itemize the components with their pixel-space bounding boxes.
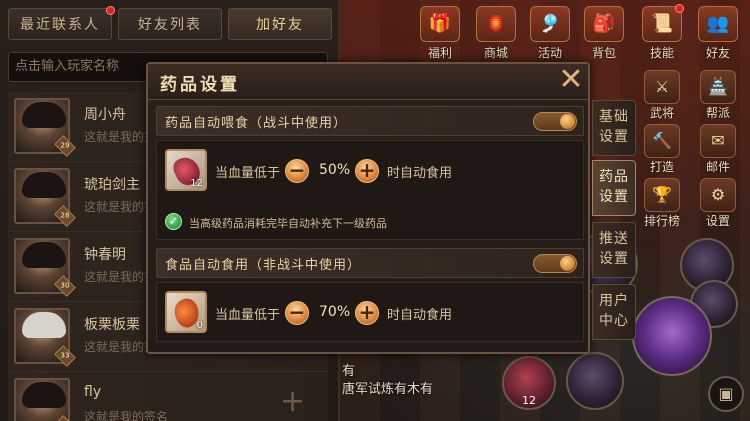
battle-potion-section-header: 药品自动喂食（战斗中使用） [156,106,584,136]
bag-label: 背包 [591,46,616,60]
friend-name: 板栗板栗 [84,317,140,333]
toggle-knob [560,114,575,129]
guild-button[interactable]: 🏯 帮派 [694,70,742,121]
friend-name: fly [84,384,102,400]
guild-icon: 🏯 [700,70,736,104]
hp-threshold-label: 当血量低于 [215,308,281,323]
tab-push-settings[interactable]: 推送设置 [592,222,636,278]
tab-friend-list[interactable]: 好友列表 [118,8,222,40]
tab-add-friend[interactable]: 加好友 [228,8,332,40]
skill-button[interactable]: 📜 技能 [638,4,686,62]
checkmark-icon[interactable]: ✓ [165,213,182,230]
friend-signature: 这就是我的签名 [84,410,169,421]
settings-label: 设置 [705,214,730,228]
hp-threshold-value: 50% [319,162,351,178]
notification-dot [106,6,115,15]
hp-threshold-value: 70% [319,304,351,320]
event-icon: 🎐 [530,6,570,42]
general-button[interactable]: ⚔ 武将 [638,70,686,121]
system-menu-icon[interactable]: ▣ [708,376,744,412]
tab-basic-settings-label: 基础设置 [599,109,629,145]
event-button[interactable]: 🎐 活动 [526,6,574,62]
toggle-knob [560,256,575,271]
tab-user-center-label: 用户中心 [599,293,629,329]
general-icon: ⚔ [644,70,680,104]
tab-add-friend-label: 加好友 [256,17,304,33]
increase-button[interactable]: + [355,301,379,325]
food-count: 0 [196,320,203,331]
friend-name: 钟春明 [84,247,126,263]
tab-basic-settings[interactable]: 基础设置 [592,100,636,156]
shop-label: 商城 [483,46,508,60]
forge-button[interactable]: 🔨 打造 [638,124,686,175]
food-toggle[interactable] [533,254,577,273]
friends-icon: 👥 [698,6,738,42]
potion-count: 12 [190,178,203,189]
general-label: 武将 [649,106,674,120]
medicine-settings-dialog: 药品设置 ✕ 药品自动喂食（战斗中使用） 12 当血量低于 − 50% + 时自… [146,62,590,354]
bag-icon: 🎒 [584,6,624,42]
guild-label: 帮派 [705,106,730,120]
auto-eat-suffix: 时自动食用 [387,308,453,323]
decrease-button[interactable]: − [285,301,309,325]
battle-potion-section: 12 当血量低于 − 50% + 时自动食用 ✓ 当高级药品消耗完毕自动补充下一… [156,140,584,240]
mail-icon: ✉ [700,124,736,158]
auto-eat-suffix: 时自动食用 [387,166,453,181]
battle-potion-title: 药品自动喂食（战斗中使用） [165,116,348,131]
chat-line: 有 [342,364,356,379]
welfare-button[interactable]: 🎁 福利 [416,6,464,62]
tab-push-settings-label: 推送设置 [599,231,629,267]
increase-button[interactable]: + [355,159,379,183]
food-section: 0 当血量低于 − 70% + 时自动食用 [156,282,584,342]
ranking-button[interactable]: 🏆 排行榜 [638,178,686,229]
potion-quick-count: 12 [522,394,536,407]
plus-icon[interactable]: + [280,384,305,419]
skill-orb[interactable] [566,352,624,410]
gift-icon: 🎁 [420,6,460,42]
welfare-label: 福利 [427,46,452,60]
auto-refill-label: 当高级药品消耗完毕自动补充下一级药品 [189,217,387,230]
crystal-skill-button[interactable] [632,296,712,376]
tab-recent-contacts[interactable]: 最近联系人 [8,6,115,40]
food-title: 食品自动食用（非战斗中使用） [165,258,362,273]
hp-threshold-label: 当血量低于 [215,166,281,181]
dialog-title: 药品设置 [160,75,240,95]
potion-quick-slot[interactable]: 12 [502,356,556,410]
shop-button[interactable]: 🏮 商城 [472,6,520,62]
friends-label: 好友 [705,46,730,60]
battle-potion-toggle[interactable] [533,112,577,131]
decrease-button[interactable]: − [285,159,309,183]
forge-icon: 🔨 [644,124,680,158]
tab-friend-list-label: 好友列表 [138,17,202,33]
forge-label: 打造 [649,160,674,174]
top-menu-icons: 🎁 福利 🏮 商城 🎐 活动 🎒 背包 📜 技能 👥 好友 [410,4,750,66]
tab-recent-contacts-label: 最近联系人 [20,17,100,33]
settings-gear-icon: ⚙ [700,178,736,212]
tab-medicine-settings[interactable]: 药品设置 [592,160,636,216]
friend-name: 周小舟 [84,107,126,123]
event-label: 活动 [537,46,562,60]
ranking-icon: 🏆 [644,178,680,212]
friend-name: 琥珀剑主 [84,177,140,193]
bag-button[interactable]: 🎒 背包 [580,6,628,62]
avatar [14,378,70,421]
mail-button[interactable]: ✉ 邮件 [694,124,742,175]
potion-item-slot[interactable]: 12 [165,149,207,191]
skill-label: 技能 [649,46,674,60]
search-placeholder: 点击输入玩家名称 [15,59,120,74]
dialog-header: 药品设置 ✕ [148,64,588,100]
notification-dot [675,4,684,13]
friends-button[interactable]: 👥 好友 [694,6,742,62]
settings-button[interactable]: ⚙ 设置 [694,178,742,229]
close-icon[interactable]: ✕ [556,65,586,96]
chat-line: 唐军试炼有木有 [342,382,434,397]
tab-medicine-settings-label: 药品设置 [599,169,629,205]
tab-user-center[interactable]: 用户中心 [592,284,636,340]
ranking-label: 排行榜 [643,214,680,228]
food-section-header: 食品自动食用（非战斗中使用） [156,248,584,278]
mail-label: 邮件 [705,160,730,174]
shop-icon: 🏮 [476,6,516,42]
food-item-slot[interactable]: 0 [165,291,207,333]
friend-tabs: 最近联系人 好友列表 加好友 [8,6,332,40]
